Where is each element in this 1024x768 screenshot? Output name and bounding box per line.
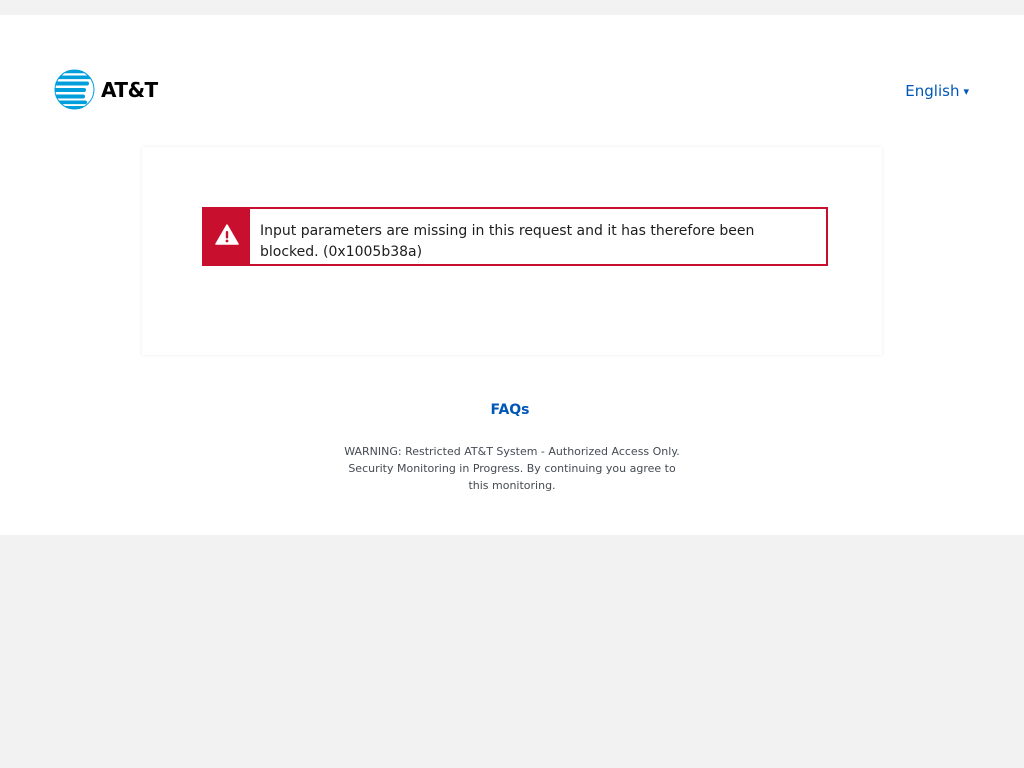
warning-triangle-icon xyxy=(215,224,239,249)
page-container: AT&T English ▾ Input parameters are miss… xyxy=(0,15,1024,535)
att-globe-icon xyxy=(54,69,95,110)
security-warning: WARNING: Restricted AT&T System - Author… xyxy=(344,445,680,492)
brand-name: AT&T xyxy=(101,77,158,102)
error-card: Input parameters are missing in this req… xyxy=(142,147,882,355)
language-label: English xyxy=(905,82,960,100)
error-message: Input parameters are missing in this req… xyxy=(260,223,755,260)
faqs-link[interactable]: FAQs xyxy=(0,402,1020,418)
top-strip xyxy=(0,0,1024,15)
att-logo[interactable]: AT&T xyxy=(54,69,158,110)
chevron-down-icon: ▾ xyxy=(963,84,969,98)
alert-icon-box xyxy=(204,209,250,264)
language-selector[interactable]: English ▾ xyxy=(905,82,969,100)
error-alert: Input parameters are missing in this req… xyxy=(202,207,828,266)
